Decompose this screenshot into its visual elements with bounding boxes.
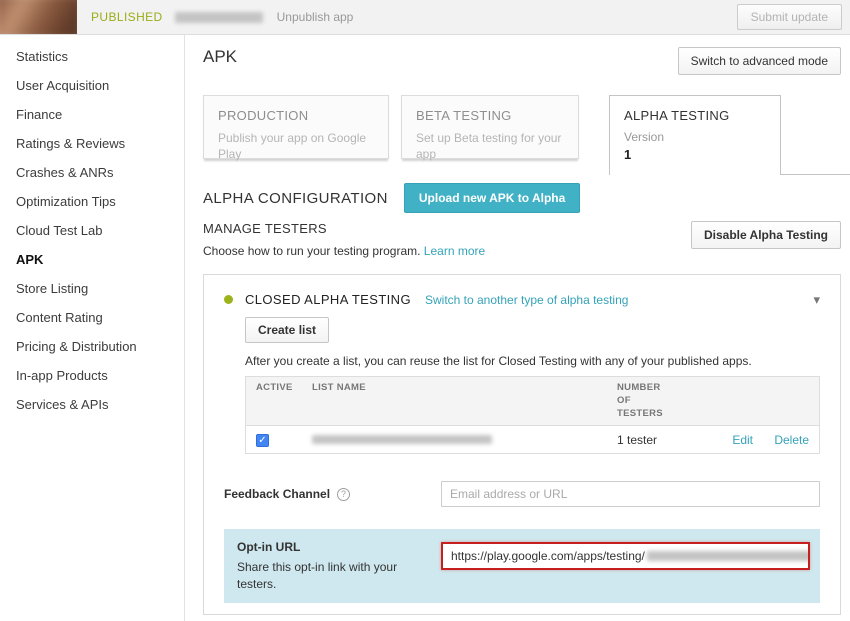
main-content: APK Switch to advanced mode PRODUCTION P… xyxy=(185,35,850,621)
switch-alpha-type-link[interactable]: Switch to another type of alpha testing xyxy=(425,293,628,307)
closed-alpha-panel: CLOSED ALPHA TESTING Switch to another t… xyxy=(203,274,841,615)
redacted-list-name xyxy=(312,435,492,444)
alpha-configuration-heading: ALPHA CONFIGURATION xyxy=(203,190,388,207)
opt-in-url-label: Opt-in URL xyxy=(237,540,441,554)
unpublish-app-link[interactable]: Unpublish app xyxy=(277,10,354,24)
opt-in-section: Opt-in URL Share this opt-in link with y… xyxy=(224,529,820,602)
app-icon xyxy=(0,0,77,34)
submit-update-button[interactable]: Submit update xyxy=(737,4,842,30)
tab-beta-testing[interactable]: BETA TESTING Set up Beta testing for you… xyxy=(401,95,579,159)
sidebar-item-in-app-products[interactable]: In-app Products xyxy=(0,361,184,390)
apk-tabs: PRODUCTION Publish your app on Google Pl… xyxy=(203,95,841,175)
create-list-button[interactable]: Create list xyxy=(245,317,329,343)
edit-list-link[interactable]: Edit xyxy=(732,433,753,447)
manage-testers-heading: MANAGE TESTERS xyxy=(203,221,485,236)
sidebar-item-ratings-reviews[interactable]: Ratings & Reviews xyxy=(0,129,184,158)
tab-alpha-testing[interactable]: ALPHA TESTING Version 1 xyxy=(609,95,781,175)
sidebar-item-user-acquisition[interactable]: User Acquisition xyxy=(0,71,184,100)
learn-more-link[interactable]: Learn more xyxy=(424,244,485,258)
column-header-active: ACTIVE xyxy=(256,382,312,420)
tab-beta-subtitle: Set up Beta testing for your app xyxy=(416,130,564,162)
sidebar: Statistics User Acquisition Finance Rati… xyxy=(0,35,185,621)
closed-alpha-title: CLOSED ALPHA TESTING xyxy=(245,292,411,307)
table-header-row: ACTIVE LIST NAME NUMBER OF TESTERS xyxy=(246,377,819,426)
alpha-version-label: Version xyxy=(624,130,766,144)
active-checkbox[interactable]: ✓ xyxy=(256,434,269,447)
published-status-badge: PUBLISHED xyxy=(91,10,163,24)
column-header-number-of-testers: NUMBER OF TESTERS xyxy=(617,382,669,420)
alpha-version-value: 1 xyxy=(624,147,766,162)
reuse-list-note: After you create a list, you can reuse t… xyxy=(245,354,820,368)
tab-production-subtitle: Publish your app on Google Play xyxy=(218,130,368,162)
column-header-spacer-1 xyxy=(707,382,753,420)
opt-in-url-value: https://play.google.com/apps/testing/ xyxy=(451,549,645,563)
tab-baseline xyxy=(781,174,850,175)
feedback-channel-input[interactable] xyxy=(441,481,820,507)
topbar: PUBLISHED Unpublish app Submit update xyxy=(0,0,850,35)
testers-count: 1 tester xyxy=(617,433,707,447)
switch-advanced-mode-button[interactable]: Switch to advanced mode xyxy=(678,47,841,75)
status-dot-icon xyxy=(224,295,233,304)
sidebar-item-finance[interactable]: Finance xyxy=(0,100,184,129)
tab-production[interactable]: PRODUCTION Publish your app on Google Pl… xyxy=(203,95,389,159)
upload-apk-to-alpha-button[interactable]: Upload new APK to Alpha xyxy=(404,183,580,213)
sidebar-item-apk[interactable]: APK xyxy=(0,245,184,274)
tab-production-title: PRODUCTION xyxy=(218,108,374,123)
sidebar-item-pricing-distribution[interactable]: Pricing & Distribution xyxy=(0,332,184,361)
delete-list-link[interactable]: Delete xyxy=(774,433,809,447)
sidebar-item-crashes-anrs[interactable]: Crashes & ANRs xyxy=(0,158,184,187)
table-row: ✓ 1 tester Edit Delete xyxy=(246,426,819,453)
redacted-app-name xyxy=(175,12,263,23)
column-header-spacer-2 xyxy=(753,382,809,420)
manage-testers-description: Choose how to run your testing program. … xyxy=(203,244,485,258)
sidebar-item-services-apis[interactable]: Services & APIs xyxy=(0,390,184,419)
testers-list-table: ACTIVE LIST NAME NUMBER OF TESTERS ✓ 1 t… xyxy=(245,376,820,454)
sidebar-item-cloud-test-lab[interactable]: Cloud Test Lab xyxy=(0,216,184,245)
tab-beta-title: BETA TESTING xyxy=(416,108,564,123)
manage-testers-description-text: Choose how to run your testing program. xyxy=(203,244,420,258)
sidebar-item-content-rating[interactable]: Content Rating xyxy=(0,303,184,332)
help-icon[interactable]: ? xyxy=(337,488,350,501)
chevron-down-icon[interactable]: ▾ xyxy=(813,293,820,306)
redacted-url-suffix xyxy=(647,551,810,561)
sidebar-item-statistics[interactable]: Statistics xyxy=(0,42,184,71)
page-title: APK xyxy=(203,47,237,67)
disable-alpha-testing-button[interactable]: Disable Alpha Testing xyxy=(691,221,841,249)
sidebar-item-optimization-tips[interactable]: Optimization Tips xyxy=(0,187,184,216)
tab-alpha-title: ALPHA TESTING xyxy=(624,108,766,123)
column-header-list-name: LIST NAME xyxy=(312,382,617,420)
sidebar-item-store-listing[interactable]: Store Listing xyxy=(0,274,184,303)
opt-in-url-description: Share this opt-in link with your testers… xyxy=(237,559,422,591)
feedback-channel-label: Feedback Channel xyxy=(224,487,330,501)
opt-in-url-input[interactable]: https://play.google.com/apps/testing/ xyxy=(441,542,810,570)
